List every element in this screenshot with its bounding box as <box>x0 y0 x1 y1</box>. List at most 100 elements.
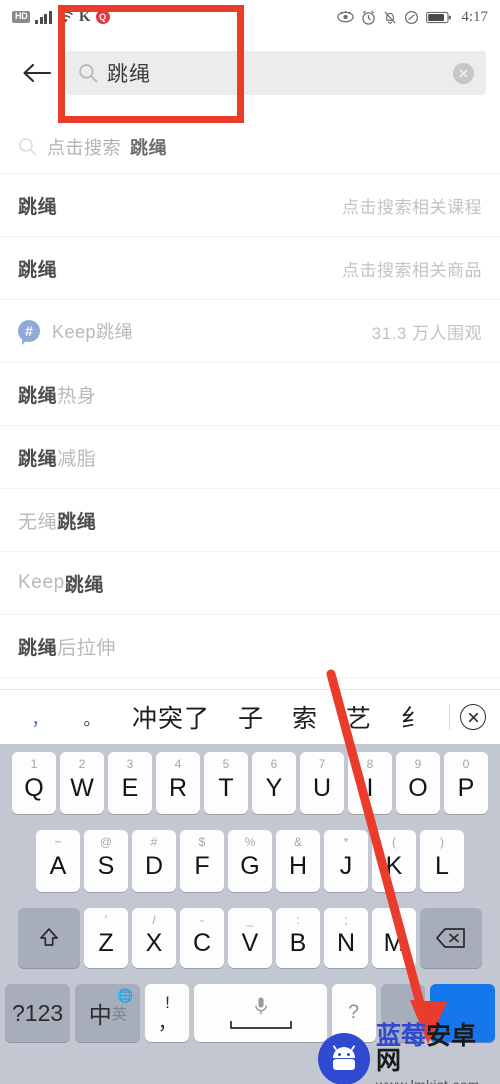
key-o[interactable]: 9O <box>396 752 440 814</box>
table-row[interactable]: 跳绳 热身 <box>0 363 500 426</box>
suggestion-match: 跳绳 <box>18 637 58 659</box>
space-underline-icon <box>229 1021 292 1029</box>
key-superscript: 6 <box>270 757 278 771</box>
key-e[interactable]: 3E <box>108 752 152 814</box>
space-key[interactable] <box>194 984 327 1042</box>
candidate-period[interactable]: 。 <box>66 705 118 730</box>
key-c[interactable]: -C <box>180 908 224 968</box>
key-label: G <box>240 852 260 880</box>
key-g[interactable]: % G <box>228 830 272 892</box>
key-x[interactable]: / X <box>132 908 176 968</box>
key-v[interactable]: _ V <box>228 908 272 968</box>
candidate-word[interactable]: 索 <box>292 699 318 735</box>
language-switch-key[interactable]: 🌐 中 英 <box>75 984 141 1042</box>
key-m[interactable]: ` M <box>372 908 416 968</box>
battery-icon <box>426 11 452 23</box>
key-superscript: 0 <box>462 757 470 771</box>
key-label: K <box>385 852 403 880</box>
key-label: A <box>49 852 67 880</box>
punctuation-key[interactable]: ! ， <box>145 984 190 1042</box>
keyboard-row-2: ~ A @ S # D $ F % G & H * J (K ) L <box>0 822 500 900</box>
key-d[interactable]: # D <box>132 830 176 892</box>
key-l[interactable]: ) L <box>420 830 464 892</box>
key-y[interactable]: 6Y <box>252 752 296 814</box>
watermark-url: www.lmkjst.com <box>376 1077 500 1084</box>
key-superscript: / <box>152 913 156 927</box>
key-q[interactable]: 1Q <box>12 752 56 814</box>
suggestion-title: 无绳 跳绳 <box>18 507 96 534</box>
back-button[interactable] <box>14 50 60 96</box>
numeric-switch-key[interactable]: ?123 <box>5 984 71 1042</box>
notification-badge: Q <box>95 10 110 24</box>
key-label: ? <box>348 1002 359 1023</box>
key-label: V <box>241 929 259 957</box>
key-label: C <box>192 929 212 957</box>
wifi-icon <box>57 11 73 23</box>
candidate-word[interactable]: 子 <box>238 699 264 735</box>
key-superscript: 2 <box>78 757 86 771</box>
search-input[interactable]: 跳绳 <box>66 51 486 95</box>
shift-key[interactable] <box>18 908 80 968</box>
key-u[interactable]: 7U <box>300 752 344 814</box>
suggestion-title: 跳绳 减脂 <box>18 444 96 471</box>
table-row[interactable]: 跳绳 后拉伸 <box>0 615 500 678</box>
key-t[interactable]: 5T <box>204 752 248 814</box>
key-superscript: 4 <box>174 757 182 771</box>
key-label-cn: 中 <box>88 1002 112 1028</box>
key-superscript: ( <box>392 835 396 849</box>
key-superscript: ) <box>440 835 444 849</box>
table-row[interactable]: 跳绳 减脂 <box>0 426 500 489</box>
key-w[interactable]: 2W <box>60 752 104 814</box>
watermark-text: 蓝莓安卓网 www.lmkjst.com <box>376 1024 500 1084</box>
key-a[interactable]: ~ A <box>36 830 80 892</box>
key-i[interactable]: 8I <box>348 752 392 814</box>
android-robot-icon <box>318 1032 370 1084</box>
key-superscript: # <box>150 835 158 849</box>
suggestion-rest: 后拉伸 <box>57 637 117 659</box>
key-k[interactable]: (K <box>372 830 416 892</box>
close-icon <box>468 712 478 722</box>
key-n[interactable]: ; N <box>324 908 368 968</box>
key-superscript: 9 <box>414 757 422 771</box>
suggestion-match: 跳绳 <box>18 196 58 218</box>
candidate-word[interactable]: 纟 <box>401 699 427 735</box>
key-label: S <box>97 852 115 880</box>
candidate-comma[interactable]: ， <box>14 705 66 730</box>
key-label: B <box>289 929 307 957</box>
candidate-word[interactable]: 冲突了 <box>132 699 210 735</box>
key-label: ?123 <box>12 999 64 1026</box>
space-key-content <box>229 996 293 1030</box>
key-label: I <box>366 774 374 802</box>
key-f[interactable]: $ F <box>180 830 224 892</box>
key-z[interactable]: ' Z <box>84 908 128 968</box>
key-j[interactable]: * J <box>324 830 368 892</box>
key-superscript: 3 <box>126 757 134 771</box>
key-label: E <box>121 774 139 802</box>
backspace-key[interactable] <box>420 908 482 968</box>
clear-circle-icon <box>459 69 468 77</box>
key-label: L <box>435 852 449 880</box>
clock-time: 4:17 <box>461 8 488 25</box>
table-row[interactable]: 无绳 跳绳 <box>0 489 500 552</box>
table-row[interactable]: # Keep跳绳 31.3 万人围观 <box>0 300 500 363</box>
key-r[interactable]: 4R <box>156 752 200 814</box>
table-row[interactable]: 跳绳 点击搜索相关课程 <box>0 174 500 237</box>
key-b[interactable]: :B <box>276 908 320 968</box>
close-circle-icon[interactable] <box>460 704 486 730</box>
key-label: W <box>70 774 94 802</box>
candidate-word[interactable]: 艺 <box>346 699 372 735</box>
do-not-disturb-icon <box>405 10 419 24</box>
search-hint-row[interactable]: 点击搜索 跳绳 <box>0 120 500 174</box>
key-s[interactable]: @ S <box>84 830 128 892</box>
key-label: Q <box>24 774 44 802</box>
watermark-title-part1: 蓝莓 <box>376 1022 427 1050</box>
suggestion-meta: 点击搜索相关商品 <box>342 260 482 280</box>
table-row[interactable]: Keep 跳绳 <box>0 552 500 615</box>
search-suggestions-list: 点击搜索 跳绳 跳绳 点击搜索相关课程 跳绳 点击搜索相关商品 # Keep跳绳… <box>0 120 500 678</box>
key-h[interactable]: & H <box>276 830 320 892</box>
table-row[interactable]: 跳绳 点击搜索相关商品 <box>0 237 500 300</box>
key-superscript: @ <box>99 835 113 849</box>
clear-search-button[interactable] <box>453 62 474 84</box>
divider <box>449 704 450 730</box>
key-p[interactable]: 0P <box>444 752 488 814</box>
